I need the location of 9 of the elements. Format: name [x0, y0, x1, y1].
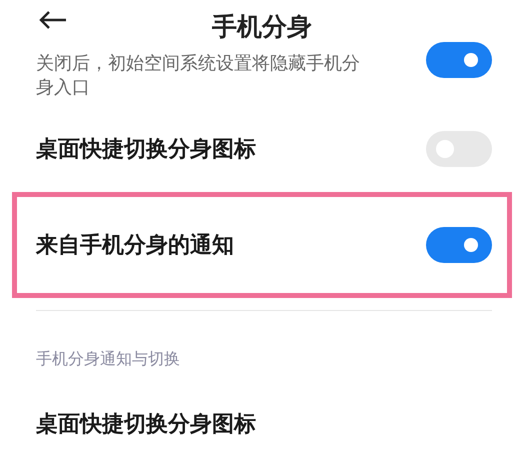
- setting-description: 关闭后，初始空间系统设置将隐藏手机分身入口: [36, 52, 361, 100]
- toggle-switch[interactable]: [426, 227, 492, 263]
- toggle-switch[interactable]: [426, 42, 492, 78]
- setting-label: 桌面快捷切换分身图标: [36, 136, 256, 164]
- section-header: 手机分身通知与切换: [35, 348, 181, 370]
- page-title: 手机分身: [212, 10, 312, 42]
- back-arrow-icon[interactable]: [38, 10, 68, 30]
- setting-label: 桌面快捷切换分身图标: [36, 411, 256, 439]
- setting-label: 来自手机分身的通知: [36, 232, 234, 260]
